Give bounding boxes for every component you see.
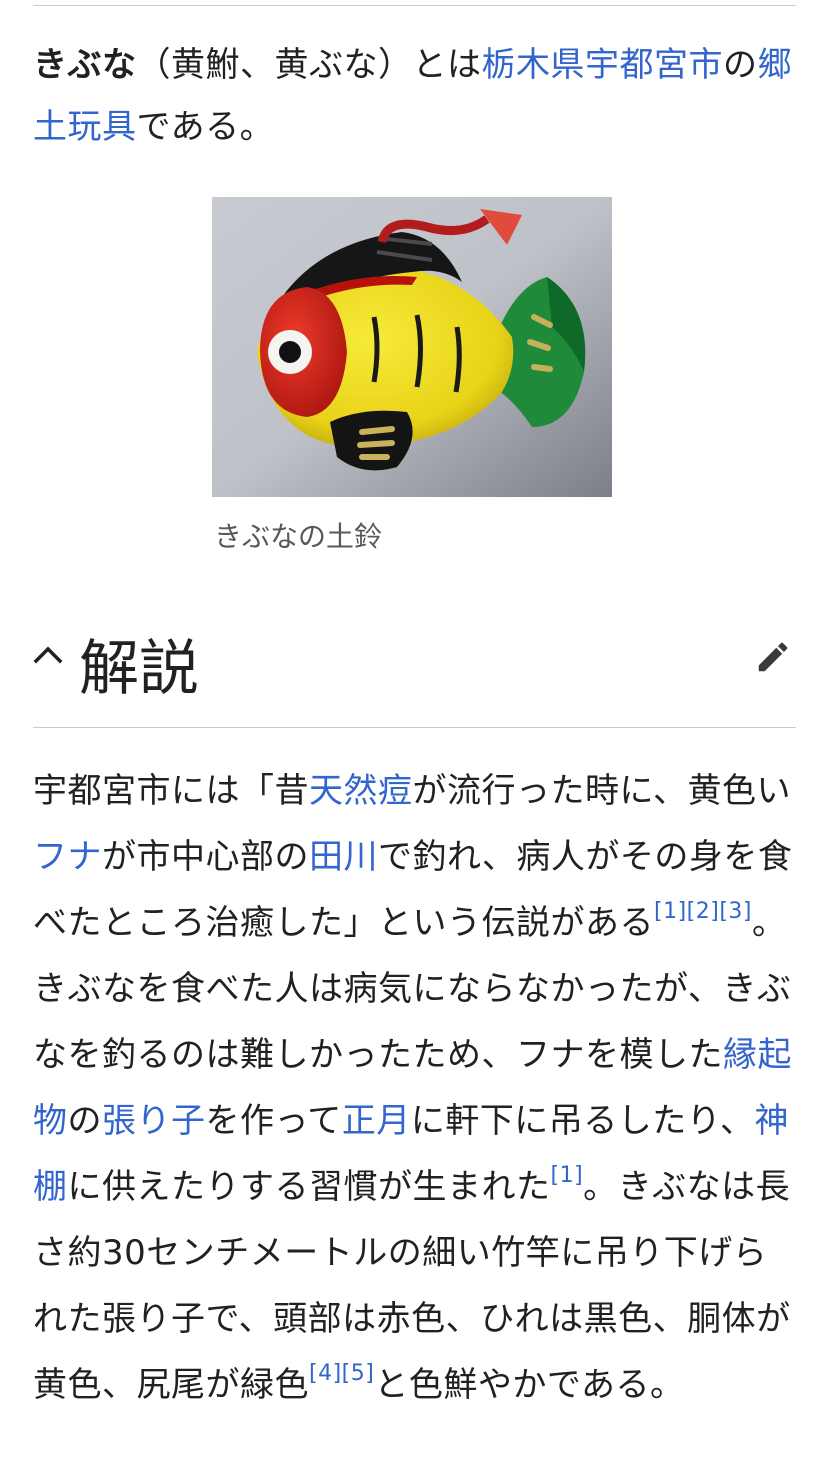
ref-link[interactable]: [1]	[551, 1163, 584, 1188]
link-tagawa[interactable]: 田川	[309, 837, 378, 877]
body-text: を作って	[205, 1101, 342, 1141]
intro-paragraph: きぶな（黄鮒、黄ぶな）とは栃木県宇都宮市の郷土玩具である。	[33, 34, 793, 158]
link-utsunomiya[interactable]: 栃木県宇都宮市	[482, 45, 724, 85]
reference-marker: [1]	[551, 1163, 584, 1188]
chevron-up-icon[interactable]	[33, 640, 63, 670]
section-header-explanation[interactable]: 解説	[33, 612, 796, 728]
kibuna-clay-bell-image[interactable]	[212, 197, 612, 497]
top-divider	[33, 5, 796, 6]
link-funa[interactable]: フナ	[33, 837, 102, 877]
section-title: 解説	[79, 634, 199, 704]
article-title-bold: きぶな	[33, 45, 137, 85]
link-smallpox[interactable]: 天然痘	[309, 771, 413, 811]
body-text: に軒下に吊るしたり、	[410, 1101, 755, 1141]
pencil-icon[interactable]	[754, 638, 792, 676]
ref-link[interactable]: [2]	[687, 899, 720, 924]
body-text: の	[67, 1101, 102, 1141]
ref-link[interactable]: [5]	[342, 1361, 375, 1386]
figure-kibuna-bell[interactable]	[212, 197, 612, 497]
link-shogatsu[interactable]: 正月	[342, 1101, 411, 1141]
body-text: と色鮮やかである。	[374, 1365, 685, 1405]
intro-text: （黄鮒、黄ぶな）とは	[136, 45, 482, 85]
intro-text: である。	[136, 107, 275, 147]
intro-text: の	[723, 45, 758, 85]
body-text: 宇都宮市には「昔	[33, 771, 309, 811]
figure-caption: きぶなの土鈴	[214, 520, 383, 553]
ref-link[interactable]: [3]	[719, 899, 752, 924]
body-text: に供えたりする習慣が生まれた	[67, 1167, 551, 1207]
link-hariko[interactable]: 張り子	[102, 1101, 206, 1141]
section-body: 宇都宮市には「昔天然痘が流行った時に、黄色いフナが市中心部の田川で釣れ、病人がそ…	[33, 758, 793, 1418]
body-text: が流行った時に、黄色い	[412, 771, 791, 811]
ref-link[interactable]: [1]	[654, 899, 687, 924]
reference-marker: [4][5]	[309, 1361, 374, 1386]
ref-link[interactable]: [4]	[309, 1361, 342, 1386]
reference-marker: [1][2][3]	[654, 899, 752, 924]
body-text: が市中心部の	[102, 837, 309, 877]
